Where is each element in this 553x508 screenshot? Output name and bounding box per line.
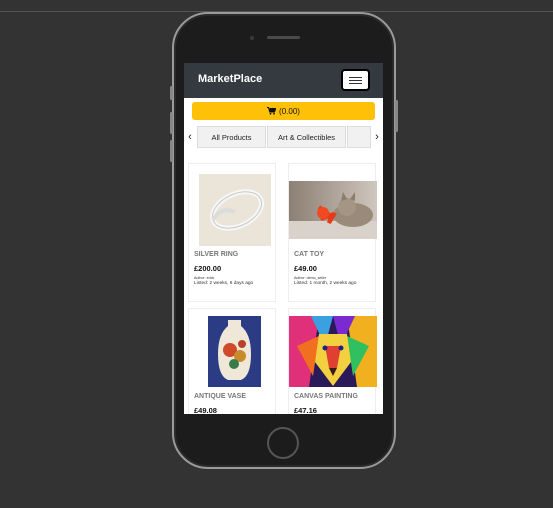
product-price: £200.00 <box>194 264 222 273</box>
product-card[interactable]: CAT TOY £49.00 Author: demo_seller Liste… <box>288 163 377 302</box>
product-card[interactable]: SILVER RING £200.00 Author: erick Listed… <box>188 163 276 302</box>
phone-home-button[interactable] <box>267 427 299 459</box>
product-card[interactable]: ANTIQUE VASE £49.08 <box>188 308 276 414</box>
cart-button[interactable]: (0.00) <box>192 102 375 120</box>
product-author: Author: demo_seller <box>294 276 327 280</box>
vase-picture <box>208 316 261 387</box>
product-image-silver-ring[interactable] <box>199 174 271 246</box>
cat-picture <box>289 181 377 239</box>
product-price: £47.16 <box>294 406 317 414</box>
category-tabs: ‹ All Products Art & Collectibles › <box>184 126 383 148</box>
phone-volume-down <box>170 140 173 162</box>
phone-power-button <box>395 100 398 132</box>
tab-all-products[interactable]: All Products <box>197 126 266 148</box>
phone-screen: MarketPlace (0.00) ‹ All Products Art & … <box>184 63 383 414</box>
tabs-next-button[interactable]: › <box>371 126 383 148</box>
navbar: MarketPlace <box>184 63 383 98</box>
product-listed: Listed: 1 month, 2 weeks ago <box>294 281 357 286</box>
product-title[interactable]: CANVAS PAINTING <box>294 393 358 400</box>
phone-mute-switch <box>170 86 173 100</box>
product-title[interactable]: CAT TOY <box>294 251 324 258</box>
product-listed: Listed: 2 weeks, 6 days ago <box>194 281 254 286</box>
product-author: Author: erick <box>194 276 215 280</box>
tab-art-collectibles[interactable]: Art & Collectibles <box>267 126 346 148</box>
menu-toggle-button[interactable] <box>341 69 370 91</box>
product-image-cat-toy[interactable] <box>289 181 377 239</box>
product-title[interactable]: SILVER RING <box>194 251 238 258</box>
cart-total: (0.00) <box>279 106 300 116</box>
hamburger-icon <box>349 76 362 78</box>
phone-camera <box>250 36 254 40</box>
phone-volume-up <box>170 112 173 134</box>
tab-next-partial[interactable] <box>347 126 371 148</box>
product-image-canvas-painting[interactable] <box>289 316 377 387</box>
ring-picture <box>199 174 271 246</box>
cart-icon <box>267 107 277 115</box>
tabs-prev-button[interactable]: ‹ <box>184 126 196 148</box>
product-image-antique-vase[interactable] <box>208 316 261 387</box>
product-title[interactable]: ANTIQUE VASE <box>194 393 246 400</box>
phone-speaker <box>267 36 300 39</box>
product-price: £49.08 <box>194 406 217 414</box>
product-card[interactable]: CANVAS PAINTING £47.16 <box>288 308 377 414</box>
brand-logo[interactable]: MarketPlace <box>198 73 262 85</box>
product-price: £49.00 <box>294 264 317 273</box>
lion-picture <box>289 316 377 387</box>
